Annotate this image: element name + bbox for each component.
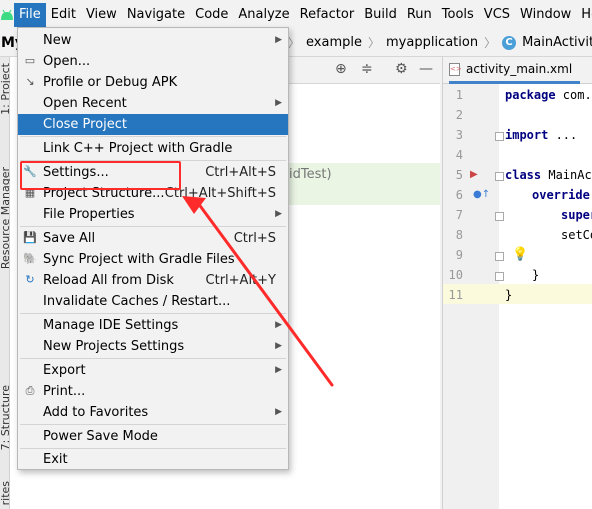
red-annotation-arrow-icon	[182, 196, 334, 387]
